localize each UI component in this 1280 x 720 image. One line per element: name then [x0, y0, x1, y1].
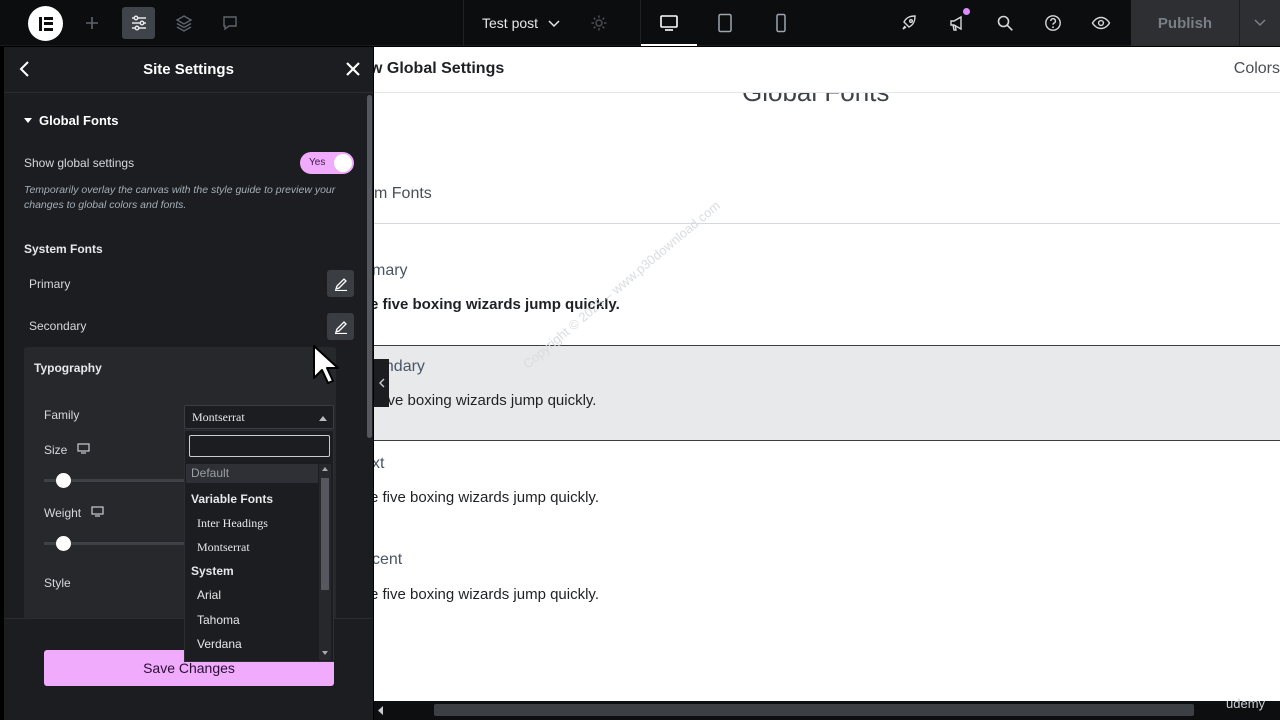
show-global-settings-description: Temporarily overlay the canvas with the … [24, 184, 336, 211]
show-global-settings-toggle[interactable]: Yes [300, 152, 354, 174]
dropdown-option[interactable]: Inter Headings [197, 516, 268, 531]
close-icon[interactable] [344, 60, 362, 83]
document-title-menu[interactable]: Test post [463, 0, 641, 46]
font-family-value: Montserrat [192, 409, 245, 424]
pencil-icon [334, 277, 347, 291]
add-element-icon[interactable] [78, 0, 106, 46]
tablet-view-icon[interactable] [711, 0, 739, 46]
divider [374, 223, 1280, 224]
global-fonts-section-toggle[interactable]: Global Fonts [24, 113, 118, 128]
panel-title: Site Settings [143, 61, 234, 78]
udemy-watermark: udemy [1226, 696, 1266, 711]
preview-canvas: Global Fonts w Global Settings Colors m … [374, 47, 1280, 701]
desktop-view-icon[interactable] [655, 0, 683, 46]
show-global-settings-label: Show global settings [24, 156, 135, 170]
weight-slider-handle[interactable] [56, 536, 71, 551]
monitor-icon[interactable] [77, 443, 90, 457]
dropdown-group-variable-fonts: Variable Fonts [191, 492, 274, 506]
elementor-logo-icon[interactable] [28, 6, 63, 41]
size-slider[interactable] [44, 473, 194, 488]
comments-icon[interactable] [216, 0, 244, 46]
scroll-up-arrow-icon[interactable] [322, 467, 328, 471]
rocket-icon[interactable] [895, 0, 923, 46]
preview-eye-icon[interactable] [1087, 0, 1115, 46]
weight-slider[interactable] [44, 536, 194, 551]
horizontal-scrollbar-thumb[interactable] [434, 704, 1194, 716]
size-label: Size [44, 443, 90, 457]
font-family-dropdown: Default Variable Fonts Inter Headings Mo… [184, 430, 334, 662]
search-icon[interactable] [991, 0, 1019, 46]
caret-up-icon [319, 416, 327, 421]
typography-title: Typography [34, 361, 102, 375]
primary-font-label: Primary [29, 277, 71, 291]
panel-scrollbar[interactable] [367, 95, 372, 438]
font-preview-sample: five boxing wizards jump quickly. [380, 392, 597, 409]
dropdown-option[interactable]: Tahoma [197, 613, 240, 627]
style-label: Style [44, 576, 71, 590]
section-title: Global Fonts [39, 113, 119, 128]
chevron-down-icon [548, 15, 560, 31]
publish-options-chevron-icon[interactable] [1239, 0, 1280, 46]
publish-button[interactable]: Publish [1131, 0, 1239, 46]
dropdown-group-system: System [191, 564, 234, 578]
monitor-icon[interactable] [91, 506, 104, 520]
font-preview-sample: e five boxing wizards jump quickly. [374, 586, 599, 603]
page-settings-gear-icon[interactable] [590, 14, 608, 35]
edit-primary-font-button[interactable] [327, 270, 354, 297]
font-preview-sample: e five boxing wizards jump quickly. [374, 489, 599, 506]
sliders-icon[interactable] [122, 0, 155, 46]
scroll-left-arrow-icon [378, 706, 383, 715]
font-search-input[interactable] [189, 435, 330, 457]
help-icon[interactable] [1039, 0, 1067, 46]
dropdown-option[interactable]: Verdana [197, 637, 242, 651]
active-device-indicator [641, 44, 697, 46]
notification-dot [963, 8, 970, 15]
chevron-left-icon [378, 378, 384, 388]
panel-header: Site Settings [4, 47, 373, 93]
collapse-panel-handle[interactable] [374, 359, 389, 407]
font-preview-name: xt [374, 455, 385, 472]
weight-label: Weight [44, 506, 104, 520]
scroll-down-arrow-icon[interactable] [322, 651, 328, 655]
canvas-header-title: w Global Settings [374, 60, 505, 77]
layers-icon[interactable] [170, 0, 198, 46]
toggle-knob [334, 154, 352, 172]
dropdown-scrollbar-thumb[interactable] [321, 478, 329, 590]
font-preview-name: cent [374, 551, 403, 568]
megaphone-icon[interactable] [943, 0, 971, 46]
dropdown-option[interactable]: Arial [197, 588, 221, 602]
secondary-font-label: Secondary [29, 319, 87, 333]
dropdown-scrollbar[interactable] [319, 464, 331, 660]
pencil-icon [334, 320, 347, 334]
canvas-header: w Global Settings Colors [374, 47, 1280, 93]
canvas-system-fonts-title: m Fonts [374, 185, 432, 202]
edit-secondary-font-button[interactable] [327, 313, 354, 340]
dropdown-option[interactable]: Montserrat [197, 540, 250, 555]
mobile-view-icon[interactable] [767, 0, 795, 46]
caret-down-icon [24, 118, 32, 123]
font-preview-name: mary [374, 262, 408, 279]
top-bar: Test post Publish [0, 0, 1280, 46]
horizontal-scrollbar[interactable] [374, 701, 1280, 720]
document-title: Test post [482, 15, 539, 31]
toggle-value: Yes [309, 157, 326, 168]
mouse-cursor-icon [312, 344, 340, 391]
system-fonts-title: System Fonts [24, 242, 103, 256]
dropdown-option-default[interactable]: Default [186, 464, 318, 483]
font-family-select[interactable]: Montserrat [184, 405, 334, 429]
canvas-colors-link[interactable]: Colors [1234, 60, 1280, 78]
family-label: Family [44, 408, 80, 422]
size-slider-handle[interactable] [56, 473, 71, 488]
